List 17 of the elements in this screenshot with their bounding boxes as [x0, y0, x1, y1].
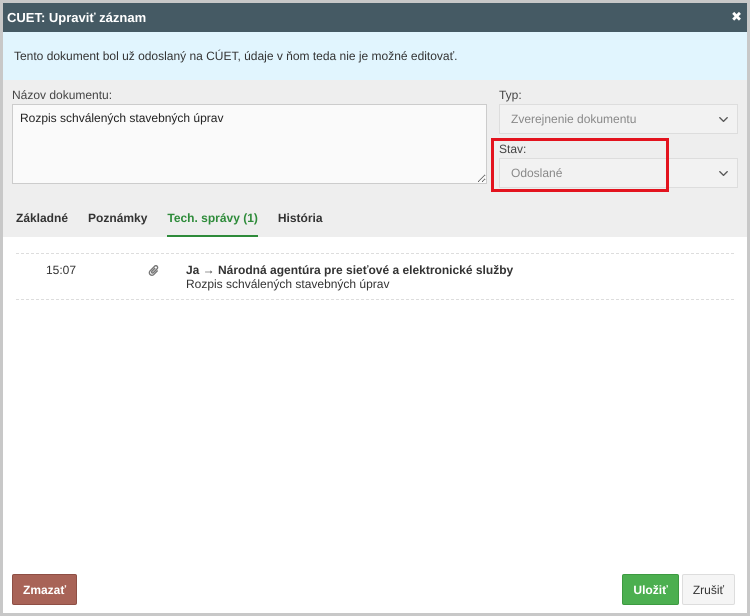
- info-message: Tento dokument bol už odoslaný na CÚET, údaje v ňom teda nie je možné editovať.: [14, 49, 458, 63]
- tab[interactable]: Poznámky: [88, 208, 148, 237]
- tab[interactable]: História: [278, 208, 323, 237]
- message-time: 15:07: [45, 263, 78, 279]
- cancel-button[interactable]: Zrušiť: [682, 574, 735, 605]
- window-title: CUET: Upraviť záznam: [7, 10, 146, 25]
- field-label: Názov dokumentu:: [12, 88, 114, 102]
- tab[interactable]: Základné: [16, 208, 68, 237]
- field-label: Typ:: [499, 88, 523, 102]
- delete-button[interactable]: Zmazať: [12, 574, 78, 605]
- message-subject: Rozpis schválených stavebných úprav: [186, 277, 390, 291]
- message-title: Ja → Národná agentúra pre sieťové a elektronické služby: [186, 263, 514, 277]
- name-field[interactable]: Rozpis schválených stavebných úprav: [12, 104, 487, 184]
- close-button[interactable]: ✖: [731, 10, 742, 25]
- message-row[interactable]: 15:07 Ja → Národná agentúra pre sieťové a elektronické služby Rozpis schválených stavebných úprav: [16, 253, 734, 300]
- tab[interactable]: Tech. správy (1): [167, 208, 258, 237]
- field-label: Stav:: [499, 142, 528, 156]
